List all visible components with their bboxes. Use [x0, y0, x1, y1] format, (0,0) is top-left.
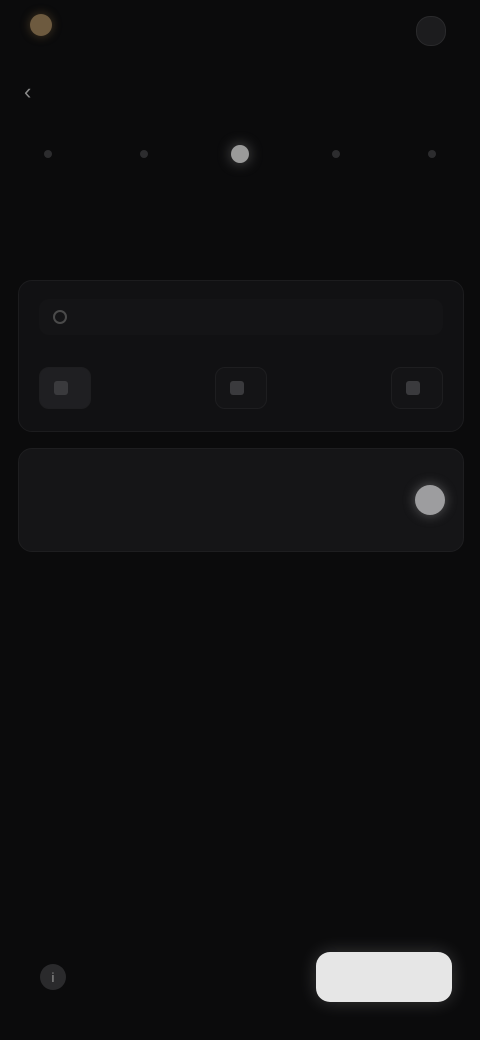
step-dot: [140, 150, 148, 158]
step-2[interactable]: [132, 142, 156, 166]
search-icon: [53, 310, 67, 324]
brand[interactable]: [30, 14, 62, 36]
top-bar: [0, 0, 480, 60]
primary-button[interactable]: [316, 952, 452, 1002]
chip-option-2[interactable]: [215, 367, 267, 409]
step-dot: [44, 150, 52, 158]
step-dot: [332, 150, 340, 158]
step-1[interactable]: [36, 142, 60, 166]
chip-icon: [54, 381, 68, 395]
brand-logo-icon: [30, 14, 52, 36]
footer-info[interactable]: i: [40, 964, 82, 990]
top-action-button[interactable]: [416, 16, 446, 46]
step-dot: [428, 150, 436, 158]
chip-icon: [230, 381, 244, 395]
search-bar[interactable]: [39, 299, 443, 335]
search-input[interactable]: [77, 308, 421, 326]
chip-option-3[interactable]: [391, 367, 443, 409]
step-indicator: [0, 130, 480, 200]
step-3-active[interactable]: [228, 142, 252, 166]
back-arrow-icon[interactable]: ‹: [24, 80, 48, 104]
chip-option-1[interactable]: [39, 367, 91, 409]
toggle-switch[interactable]: [415, 485, 445, 515]
option-card[interactable]: [18, 448, 464, 552]
step-4[interactable]: [324, 142, 348, 166]
chip-group: [39, 367, 443, 411]
filter-panel: [18, 280, 464, 432]
chip-icon: [406, 381, 420, 395]
bottom-bar: i: [0, 930, 480, 1040]
info-icon: i: [40, 964, 66, 990]
step-5[interactable]: [420, 142, 444, 166]
step-dot-active: [231, 145, 249, 163]
